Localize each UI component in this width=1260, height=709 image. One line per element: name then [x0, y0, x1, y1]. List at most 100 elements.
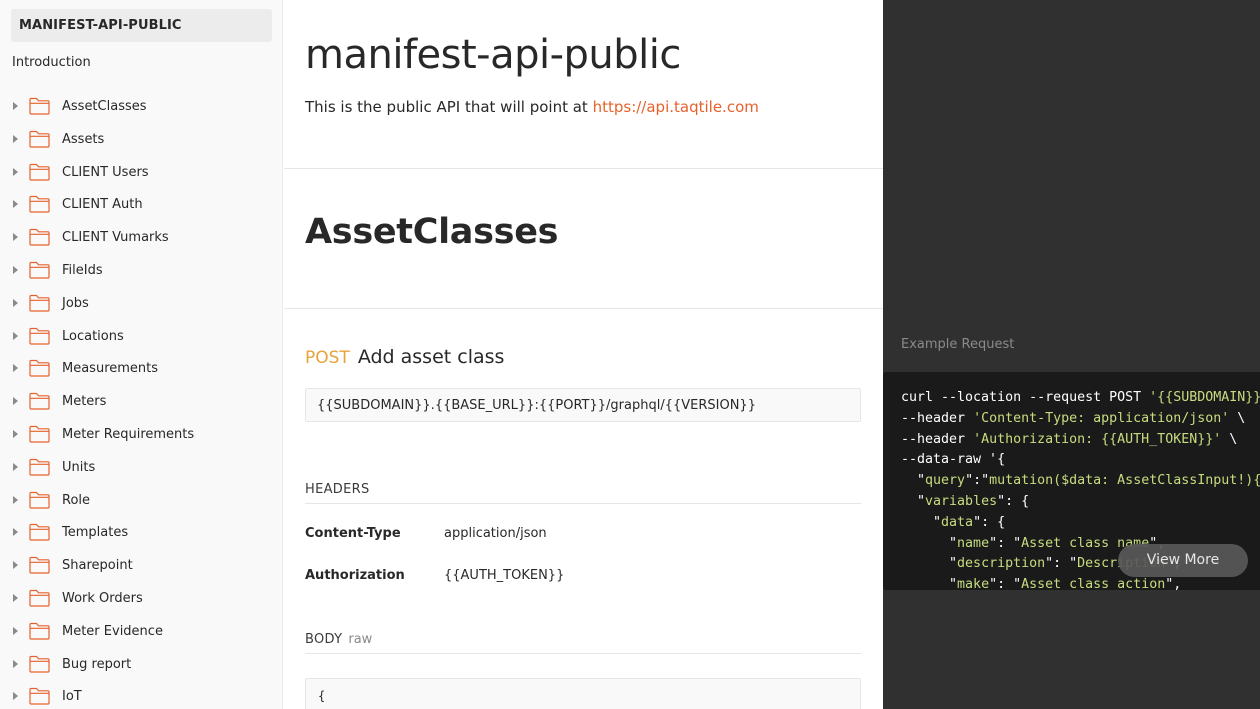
caret-right-icon[interactable]: [13, 495, 18, 504]
caret-right-icon[interactable]: [13, 364, 18, 373]
caret-right-icon[interactable]: [13, 134, 18, 143]
folder-icon: [29, 294, 50, 312]
request-url[interactable]: {{SUBDOMAIN}}.{{BASE_URL}}:{{PORT}}/grap…: [305, 388, 861, 422]
folder-icon: [29, 458, 50, 476]
code-token: description: [957, 556, 1046, 572]
caret-right-icon[interactable]: [13, 462, 18, 471]
sidebar-folder-item[interactable]: Measurements: [0, 352, 282, 385]
code-line: "variables": {: [901, 494, 1029, 509]
sidebar-folder-item[interactable]: Sharepoint: [0, 549, 282, 582]
header-key-content-type: Content-Type: [305, 526, 401, 541]
caret-right-icon[interactable]: [13, 692, 18, 701]
caret-right-icon[interactable]: [13, 593, 18, 602]
sidebar-folder-item[interactable]: Work Orders: [0, 582, 282, 615]
code-token: ": [901, 494, 926, 509]
sidebar-folder-label: CLIENT Users: [62, 164, 149, 180]
code-token: name: [957, 535, 990, 551]
code-token: make: [957, 577, 990, 590]
code-line: "query":"mutation($data: AssetClassInput…: [901, 473, 1260, 488]
folder-icon: [29, 589, 50, 607]
sidebar-folder-item[interactable]: Bug report: [0, 648, 282, 681]
caret-right-icon[interactable]: [13, 167, 18, 176]
divider: [284, 308, 883, 309]
code-token: \: [1229, 410, 1246, 426]
code-line: --data-raw '{: [901, 452, 1005, 467]
caret-right-icon[interactable]: [13, 102, 18, 110]
request-header: POST Add asset class: [305, 346, 504, 368]
sidebar-folder-label: IoT: [62, 689, 82, 705]
code-token: ": {: [973, 514, 1006, 530]
main-content: manifest-api-public This is the public A…: [284, 0, 883, 709]
code-token: curl --location --request POST: [901, 390, 1150, 405]
folder-icon: [29, 327, 50, 345]
body-mode: raw: [348, 632, 373, 647]
sidebar-folder-label: Assets: [62, 131, 105, 147]
code-line: curl --location --request POST '{{SUBDOM…: [901, 390, 1260, 405]
code-token: ": [901, 577, 958, 590]
request-body[interactable]: {: [305, 678, 861, 709]
folder-icon: [29, 228, 50, 246]
sidebar-folder-label: Templates: [62, 525, 129, 541]
sidebar-folder-item[interactable]: Role: [0, 484, 282, 517]
sidebar-folder-item[interactable]: FileIds: [0, 254, 282, 287]
folder-icon: [29, 425, 50, 443]
example-request-label: Example Request: [901, 337, 1015, 352]
folder-list: AssetClasses Assets CLIENT Users CLIENT Aut…: [0, 90, 282, 709]
sidebar-folder-label: Bug report: [62, 656, 132, 672]
caret-right-icon[interactable]: [13, 233, 18, 242]
sidebar-folder-item[interactable]: Units: [0, 451, 282, 484]
caret-right-icon[interactable]: [13, 331, 18, 340]
code-token: 'Authorization: {{AUTH_TOKEN}}': [973, 431, 1222, 447]
code-token: ": ": [989, 577, 1022, 590]
code-token: ":": [965, 473, 990, 489]
sidebar-folder-item[interactable]: Meter Evidence: [0, 615, 282, 648]
code-token: ": [901, 556, 958, 572]
sidebar-folder-label: CLIENT Vumarks: [62, 230, 169, 246]
caret-right-icon[interactable]: [13, 561, 18, 570]
code-token: query: [925, 473, 966, 489]
code-line: --header 'Content-Type: application/json…: [901, 411, 1245, 426]
sidebar-item-introduction[interactable]: Introduction: [12, 55, 91, 70]
sidebar-folder-item[interactable]: AssetClasses: [0, 90, 282, 123]
sidebar-folder-item[interactable]: Templates: [0, 516, 282, 549]
code-token: 'Content-Type: application/json': [973, 410, 1230, 426]
view-more-button[interactable]: View More: [1118, 544, 1248, 577]
code-token: ": ": [1045, 556, 1078, 572]
sidebar-folder-item[interactable]: Assets: [0, 123, 282, 156]
api-link[interactable]: https://api.taqtile.com: [593, 98, 759, 116]
example-panel: Example Request curl --location --reques…: [883, 0, 1260, 709]
code-line: "data": {: [901, 515, 1005, 530]
caret-right-icon[interactable]: [13, 397, 18, 406]
caret-right-icon[interactable]: [13, 200, 18, 209]
folder-icon: [29, 556, 50, 574]
sidebar-folder-item[interactable]: CLIENT Vumarks: [0, 221, 282, 254]
header-value-content-type: application/json: [444, 526, 547, 541]
sidebar-folder-label: Meter Requirements: [62, 426, 195, 442]
caret-right-icon[interactable]: [13, 298, 18, 307]
sidebar-folder-label: Work Orders: [62, 590, 143, 606]
sidebar-folder-item[interactable]: Jobs: [0, 287, 282, 320]
caret-right-icon[interactable]: [13, 265, 18, 274]
code-token: data: [941, 514, 974, 530]
caret-right-icon[interactable]: [13, 626, 18, 635]
sidebar-folder-item[interactable]: Meters: [0, 385, 282, 418]
sidebar-folder-label: Role: [62, 492, 91, 508]
folder-icon: [29, 622, 50, 640]
folder-icon: [29, 523, 50, 541]
sidebar-folder-item[interactable]: CLIENT Auth: [0, 188, 282, 221]
header-value-authorization: {{AUTH_TOKEN}}: [444, 568, 565, 583]
code-token: mutation($data: AssetClassInput!){cr: [989, 473, 1260, 489]
sidebar-folder-item[interactable]: CLIENT Users: [0, 156, 282, 189]
collection-title[interactable]: MANIFEST-API-PUBLIC: [11, 9, 272, 42]
headers-label: HEADERS: [305, 482, 370, 497]
caret-right-icon[interactable]: [13, 429, 18, 438]
code-token: ",: [1165, 577, 1182, 590]
sidebar-folder-item[interactable]: Locations: [0, 320, 282, 353]
caret-right-icon[interactable]: [13, 528, 18, 537]
headers-section-label: HEADERS: [305, 482, 861, 504]
sidebar-folder-item[interactable]: Meter Requirements: [0, 418, 282, 451]
folder-icon: [29, 130, 50, 148]
sidebar-folder-label: Sharepoint: [62, 558, 133, 574]
sidebar-folder-item[interactable]: IoT: [0, 680, 282, 709]
caret-right-icon[interactable]: [13, 659, 18, 668]
